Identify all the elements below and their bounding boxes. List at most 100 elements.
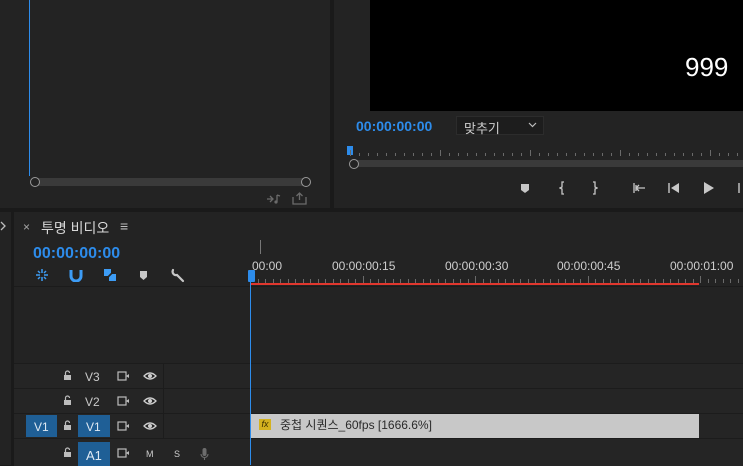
program-ruler-tick: [566, 153, 567, 156]
program-ruler-tick: [539, 153, 540, 156]
track-name-a1: A1: [86, 448, 102, 463]
add-marker-icon[interactable]: [139, 270, 148, 281]
panel-menu-icon[interactable]: ≡: [120, 218, 128, 234]
playhead-top-line: [260, 240, 261, 254]
sync-lock-icon[interactable]: [117, 396, 130, 406]
work-area-bar[interactable]: [251, 283, 699, 285]
track-name-v1: V1: [86, 420, 101, 434]
mark-out-icon[interactable]: [590, 181, 598, 195]
track-row-v3: V3: [14, 363, 743, 388]
track-target-a1[interactable]: A1: [78, 442, 110, 466]
fx-badge[interactable]: fx: [259, 419, 271, 430]
sequence-tab-title[interactable]: 투명 비디오: [41, 218, 109, 238]
track-name-v2[interactable]: V2: [85, 395, 100, 409]
timeline-ruler-tick: [715, 279, 716, 283]
insert-music-icon[interactable]: [266, 193, 282, 205]
solo-button[interactable]: S: [174, 449, 180, 459]
step-forward-icon[interactable]: [737, 182, 743, 194]
step-back-icon[interactable]: [667, 182, 680, 194]
lock-icon[interactable]: [63, 395, 72, 406]
track-row-v2: V2: [14, 388, 743, 413]
expand-chevron-icon[interactable]: [0, 221, 7, 231]
program-timecode[interactable]: 00:00:00:00: [356, 118, 432, 134]
fit-dropdown[interactable]: 맞추기: [456, 116, 544, 136]
eye-icon[interactable]: [143, 371, 157, 381]
timeline-playhead-line: [250, 282, 251, 465]
program-ruler-tick: [683, 153, 684, 156]
time-ruler[interactable]: 00:00 00:00:00:15 00:00:00:30 00:00:00:4…: [248, 240, 743, 286]
microphone-icon[interactable]: [200, 447, 209, 461]
timeline-ruler-tick: [730, 279, 731, 283]
program-ruler-tick: [431, 153, 432, 156]
program-ruler-tick: [377, 153, 378, 156]
timeline-ruler-tick: [588, 276, 589, 283]
mute-button[interactable]: M: [146, 449, 154, 459]
program-zoom-handle[interactable]: [349, 159, 359, 169]
program-ruler-tick: [593, 153, 594, 156]
program-ruler-tick: [413, 153, 414, 156]
source-zoom-scrollbar[interactable]: [36, 178, 307, 186]
sync-lock-icon[interactable]: [117, 448, 130, 458]
marker-icon[interactable]: [520, 183, 530, 194]
source-zoom-handle-left[interactable]: [30, 177, 40, 187]
track-row-v1: V1 V1 fx 중첩 시퀀스_60fps [1666.6%]: [14, 413, 743, 438]
program-ruler-tick: [485, 153, 486, 156]
close-tab-icon[interactable]: ×: [23, 220, 30, 234]
snap-magnet-icon[interactable]: [69, 269, 83, 282]
timeline-timecode[interactable]: 00:00:00:00: [33, 245, 120, 263]
eye-icon[interactable]: [143, 421, 157, 431]
track-header-divider: [163, 389, 164, 413]
program-ruler-tick: [647, 153, 648, 156]
program-ruler-tick: [368, 153, 369, 156]
wrench-icon[interactable]: [170, 268, 185, 283]
program-ruler-tick: [476, 153, 477, 156]
program-ruler-tick: [602, 153, 603, 156]
program-ruler-tick: [674, 153, 675, 156]
export-frame-icon[interactable]: [292, 192, 307, 205]
program-ruler-tick: [620, 150, 621, 156]
source-playhead-line: [29, 0, 30, 176]
track-row-a1: A1 M S: [14, 438, 743, 466]
program-ruler-tick: [422, 153, 423, 156]
program-ruler-tick: [692, 153, 693, 156]
program-ruler-tick: [521, 153, 522, 156]
sync-lock-icon[interactable]: [117, 371, 130, 381]
sync-lock-icon[interactable]: [117, 421, 130, 431]
clip-label: 중첩 시퀀스_60fps [1666.6%]: [280, 418, 432, 432]
chevron-down-icon: [528, 122, 537, 128]
program-ruler-tick: [629, 153, 630, 156]
tools-panel: [0, 212, 11, 465]
program-ruler-tick: [611, 153, 612, 156]
lock-icon[interactable]: [63, 420, 72, 431]
timeline-playhead-head[interactable]: [248, 270, 255, 282]
ruler-label-45: 00:00:00:45: [557, 259, 621, 273]
ruler-label-60: 00:00:01:00: [670, 259, 734, 273]
lock-icon[interactable]: [63, 447, 72, 458]
lock-icon[interactable]: [63, 370, 72, 381]
nested-sequence-clip[interactable]: fx 중첩 시퀀스_60fps [1666.6%]: [251, 414, 699, 438]
program-ruler-tick: [395, 153, 396, 156]
source-zoom-handle-right[interactable]: [301, 177, 311, 187]
program-ruler-tick: [584, 153, 585, 156]
track-name-v3[interactable]: V3: [85, 370, 100, 384]
track-header-divider: [163, 414, 164, 438]
play-icon[interactable]: [703, 181, 715, 195]
track-target-v1[interactable]: V1: [78, 415, 110, 437]
ruler-label-30: 00:00:00:30: [445, 259, 509, 273]
timeline-ruler-tick: [723, 279, 724, 283]
program-ruler-tick: [350, 150, 351, 156]
program-zoom-scrollbar[interactable]: [356, 160, 743, 167]
nest-snap-icon[interactable]: [35, 268, 49, 282]
source-patch-v1[interactable]: V1: [26, 415, 57, 437]
mark-in-icon[interactable]: [559, 181, 567, 195]
ruler-label-15: 00:00:00:15: [332, 259, 396, 273]
program-ruler-tick: [548, 153, 549, 156]
eye-icon[interactable]: [143, 396, 157, 406]
ruler-label-0: 00:00: [252, 259, 283, 273]
program-ruler-tick: [467, 153, 468, 156]
go-to-in-icon[interactable]: [632, 182, 646, 194]
program-ruler-tick: [458, 153, 459, 156]
linked-selection-icon[interactable]: [103, 268, 117, 282]
program-monitor-panel: 999 00:00:00:00 맞추기: [334, 0, 743, 208]
program-ruler-tick: [710, 150, 711, 156]
